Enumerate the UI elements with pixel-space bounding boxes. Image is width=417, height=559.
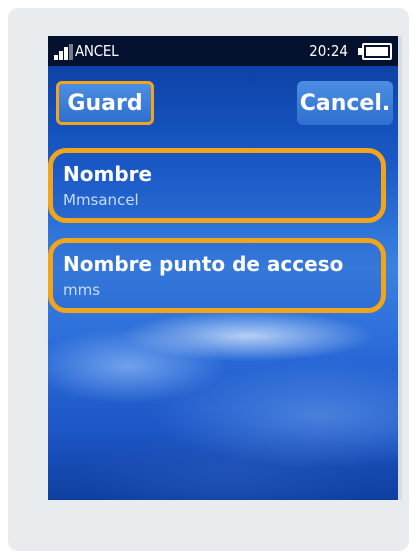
battery-icon (356, 43, 394, 60)
access-point-name-field[interactable]: Nombre punto de acceso mms (48, 238, 386, 313)
cancel-button[interactable]: Cancel. (297, 81, 393, 125)
name-field-label: Nombre (63, 162, 153, 186)
status-bar: ANCEL 20:24 (48, 36, 398, 66)
phone-screen: ANCEL 20:24 Guard Cancel. Nombre Mmsance… (48, 36, 398, 500)
clock: 20:24 (309, 42, 348, 60)
name-field[interactable]: Nombre Mmsancel (48, 148, 386, 223)
name-field-value: Mmsancel (63, 191, 139, 209)
screen-edge (398, 36, 402, 500)
access-point-name-value: mms (63, 281, 101, 299)
signal-bars-icon (54, 44, 73, 60)
access-point-name-label: Nombre punto de acceso (63, 252, 344, 276)
save-button[interactable]: Guard (56, 81, 154, 125)
carrier-name: ANCEL (75, 42, 119, 60)
